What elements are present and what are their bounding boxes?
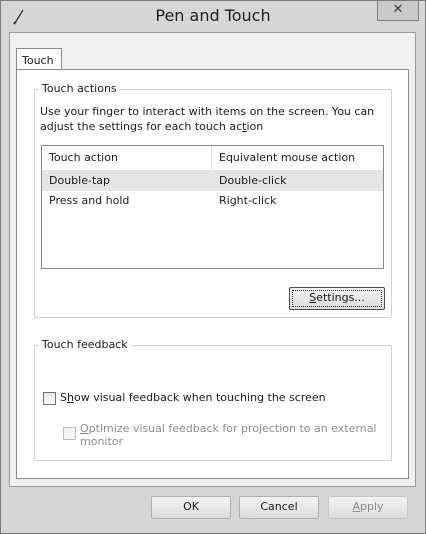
column-header-touch-action[interactable]: Touch action	[42, 146, 212, 170]
touch-action-cell: Press and hold	[49, 194, 130, 207]
description-line-2: adjust the settings for each touch actio…	[40, 120, 264, 133]
touch-actions-group-label: Touch actions	[39, 82, 120, 95]
touch-actions-list[interactable]: Touch action Equivalent mouse action Dou…	[41, 145, 384, 269]
ok-button[interactable]: OK	[151, 496, 231, 519]
description-line-1: Use your finger to interact with items o…	[40, 105, 375, 118]
mouse-action-cell: Right-click	[219, 194, 277, 207]
title-bar[interactable]: Pen and Touch ✕	[1, 1, 425, 33]
list-header: Touch action Equivalent mouse action	[42, 146, 383, 171]
show-visual-feedback-checkbox[interactable]	[43, 392, 56, 405]
touch-action-cell: Double-tap	[49, 174, 110, 187]
apply-button[interactable]: Apply	[328, 496, 408, 519]
list-row-double-tap[interactable]: Double-tap Double-click	[42, 171, 383, 191]
tab-touch[interactable]: Touch	[16, 48, 62, 70]
optimize-visual-feedback-label[interactable]: Optimize visual feedback for projection …	[80, 422, 380, 448]
list-row-press-and-hold[interactable]: Press and hold Right-click	[42, 191, 383, 211]
window-title: Pen and Touch	[155, 6, 271, 25]
optimize-visual-feedback-checkbox[interactable]	[63, 427, 76, 440]
cancel-button[interactable]: Cancel	[239, 496, 319, 519]
column-header-mouse-action[interactable]: Equivalent mouse action	[212, 146, 383, 170]
settings-button[interactable]: Settings...	[289, 287, 385, 310]
touch-feedback-group-label: Touch feedback	[39, 338, 131, 351]
close-icon: ✕	[392, 2, 404, 17]
show-visual-feedback-label[interactable]: Show visual feedback when touching the s…	[60, 391, 326, 404]
touch-actions-description: Use your finger to interact with items o…	[40, 104, 380, 134]
close-button[interactable]: ✕	[377, 1, 419, 21]
mouse-action-cell: Double-click	[219, 174, 287, 187]
